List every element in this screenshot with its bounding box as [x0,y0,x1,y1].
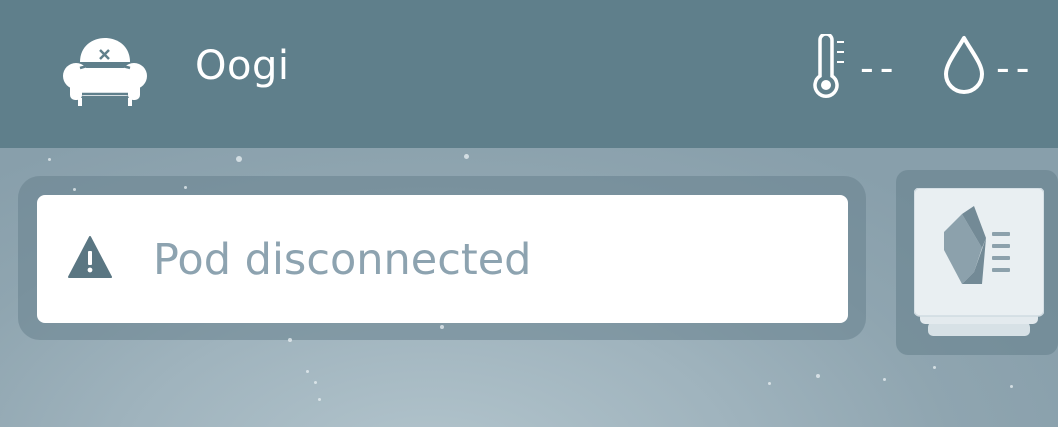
background-sparkle [464,154,469,159]
background-sparkle [306,370,309,373]
background-sparkle [288,338,292,342]
background-sparkle [314,381,317,384]
water-drop-icon [940,34,988,96]
background-sparkle [318,398,321,401]
background-sparkle [1010,385,1013,388]
background-sparkle [883,378,886,381]
background-sparkle [440,325,444,329]
background-sparkle [768,382,771,385]
background-sparkle [816,374,820,378]
background-sparkle [184,186,187,189]
status-card[interactable]: Pod disconnected [37,195,848,323]
background-sparkle [933,366,936,369]
warning-icon [67,235,113,279]
background-sparkle [236,156,242,162]
armchair-icon[interactable] [62,22,148,108]
status-message: Pod disconnected [153,235,532,285]
thermometer-icon [806,32,850,100]
background-sparkle [73,188,76,191]
background-sparkle [48,158,51,161]
humidity-value: -- [996,46,1036,90]
temperature-value: -- [860,46,900,90]
pod-device-icon[interactable] [913,187,1045,338]
room-name[interactable]: Oogi [195,40,289,92]
header-bar: Oogi -- -- [0,0,1058,148]
